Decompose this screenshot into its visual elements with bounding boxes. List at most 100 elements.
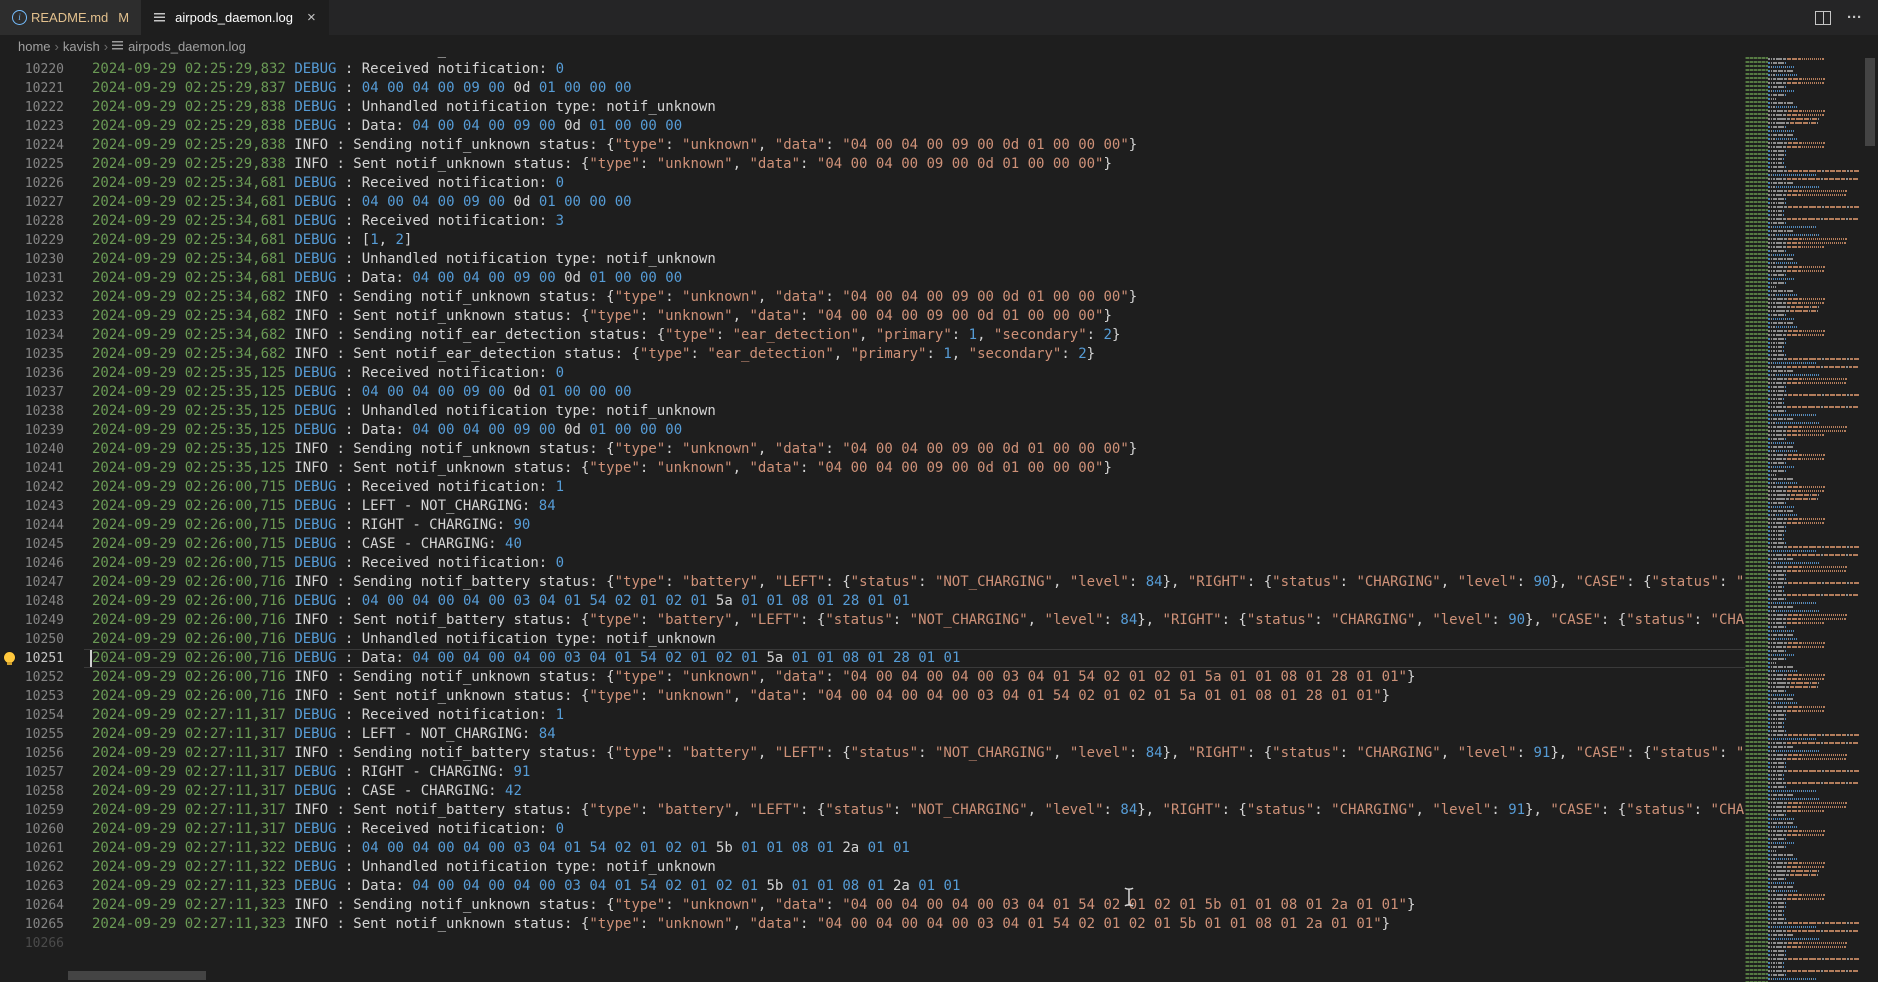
log-line-row[interactable]: 102442024-09-29 02:26:00,715 DEBUG : RIG… <box>0 516 1745 535</box>
log-line-text[interactable]: 2024-09-29 02:26:00,716 INFO : Sent noti… <box>64 611 1745 630</box>
log-line-text[interactable]: 2024-09-29 02:27:11,317 DEBUG : CASE - C… <box>64 782 522 801</box>
log-line-text[interactable]: 2024-09-29 02:27:11,322 DEBUG : Unhandle… <box>64 858 716 877</box>
log-line-row[interactable]: 102522024-09-29 02:26:00,716 INFO : Send… <box>0 668 1745 687</box>
log-line-text[interactable]: 2024-09-29 02:27:11,317 DEBUG : Received… <box>64 706 564 725</box>
log-line-row[interactable]: 102402024-09-29 02:25:35,125 INFO : Send… <box>0 440 1745 459</box>
log-line-text[interactable]: 2024-09-29 02:26:00,716 INFO : Sent noti… <box>64 687 1390 706</box>
log-line-row[interactable]: 102232024-09-29 02:25:29,838 DEBUG : Dat… <box>0 117 1745 136</box>
log-line-row[interactable]: 102482024-09-29 02:26:00,716 DEBUG : 04 … <box>0 592 1745 611</box>
log-line-text[interactable]: 2024-09-29 02:25:29,838 DEBUG : Unhandle… <box>64 98 716 117</box>
log-line-row[interactable]: 102602024-09-29 02:27:11,317 DEBUG : Rec… <box>0 820 1745 839</box>
log-line-text[interactable]: 2024-09-29 02:25:35,125 DEBUG : Unhandle… <box>64 402 716 421</box>
log-line-row[interactable]: 102572024-09-29 02:27:11,317 DEBUG : RIG… <box>0 763 1745 782</box>
log-line-text[interactable]: 2024-09-29 02:25:29,838 INFO : Sending n… <box>64 136 1137 155</box>
log-line-text[interactable]: 2024-09-29 02:26:00,715 DEBUG : Received… <box>64 554 564 573</box>
log-line-text[interactable]: 2024-09-29 02:25:29,832 DEBUG : Received… <box>64 60 564 79</box>
log-line-row[interactable]: 102212024-09-29 02:25:29,837 DEBUG : 04 … <box>0 79 1745 98</box>
vertical-scrollbar[interactable] <box>1862 57 1878 982</box>
log-line-row[interactable]: 102582024-09-29 02:27:11,317 DEBUG : CAS… <box>0 782 1745 801</box>
log-line-text[interactable]: 2024-09-29 02:25:34,681 DEBUG : [1, 2] <box>64 231 412 250</box>
log-line-text[interactable]: 2024-09-29 02:26:00,716 DEBUG : Data: 04… <box>64 649 960 668</box>
log-line-row[interactable]: 102422024-09-29 02:26:00,715 DEBUG : Rec… <box>0 478 1745 497</box>
log-line-row[interactable]: 102242024-09-29 02:25:29,838 INFO : Send… <box>0 136 1745 155</box>
log-line-row[interactable]: 102472024-09-29 02:26:00,716 INFO : Send… <box>0 573 1745 592</box>
breadcrumb-item-file[interactable]: airpods_daemon.log <box>128 39 246 54</box>
log-line-row[interactable]: 102362024-09-29 02:25:35,125 DEBUG : Rec… <box>0 364 1745 383</box>
log-line-row[interactable]: 102202024-09-29 02:25:29,832 DEBUG : Rec… <box>0 60 1745 79</box>
log-line-row[interactable]: 102492024-09-29 02:26:00,716 INFO : Sent… <box>0 611 1745 630</box>
log-line-text[interactable]: 2024-09-29 02:25:35,125 INFO : Sending n… <box>64 440 1137 459</box>
log-line-text[interactable]: 2024-09-29 02:26:00,716 INFO : Sending n… <box>64 668 1415 687</box>
log-line-row[interactable]: 102302024-09-29 02:25:34,681 DEBUG : Unh… <box>0 250 1745 269</box>
log-line-text[interactable]: 2024-09-29 02:25:34,681 DEBUG : 04 00 04… <box>64 193 632 212</box>
log-line-row[interactable]: 102352024-09-29 02:25:34,682 INFO : Sent… <box>0 345 1745 364</box>
log-line-row[interactable]: 102252024-09-29 02:25:29,838 INFO : Sent… <box>0 155 1745 174</box>
log-line-text[interactable]: 2024-09-29 02:26:00,716 DEBUG : Unhandle… <box>64 630 716 649</box>
log-line-text[interactable]: 2024-09-29 02:25:35,125 INFO : Sent noti… <box>64 459 1112 478</box>
log-line-text[interactable]: 2024-09-29 02:25:34,682 INFO : Sent noti… <box>64 307 1112 326</box>
log-line-row[interactable]: 102432024-09-29 02:26:00,715 DEBUG : LEF… <box>0 497 1745 516</box>
log-line-row[interactable]: 102342024-09-29 02:25:34,682 INFO : Send… <box>0 326 1745 345</box>
code-viewport[interactable]: 102192024-09-29 02:25:29,832 INFO : Sent… <box>0 57 1745 982</box>
log-line-row[interactable]: 102382024-09-29 02:25:35,125 DEBUG : Unh… <box>0 402 1745 421</box>
log-line-row[interactable]: 102372024-09-29 02:25:35,125 DEBUG : 04 … <box>0 383 1745 402</box>
log-line-text[interactable]: 2024-09-29 02:26:00,716 INFO : Sending n… <box>64 573 1745 592</box>
log-line-text[interactable]: 2024-09-29 02:25:34,682 INFO : Sending n… <box>64 326 1120 345</box>
split-editor-icon[interactable] <box>1815 11 1831 25</box>
log-line-row[interactable]: 102282024-09-29 02:25:34,681 DEBUG : Rec… <box>0 212 1745 231</box>
breadcrumb-item-home[interactable]: home <box>18 39 51 54</box>
log-line-row[interactable]: 102632024-09-29 02:27:11,323 DEBUG : Dat… <box>0 877 1745 896</box>
log-line-text[interactable]: 2024-09-29 02:26:00,715 DEBUG : RIGHT - … <box>64 516 530 535</box>
log-line-row[interactable]: 102322024-09-29 02:25:34,682 INFO : Send… <box>0 288 1745 307</box>
tab-airpods-daemon-log[interactable]: airpods_daemon.log <box>142 0 329 35</box>
log-line-row[interactable]: 102552024-09-29 02:27:11,317 DEBUG : LEF… <box>0 725 1745 744</box>
minimap[interactable] <box>1745 57 1862 982</box>
log-line-row[interactable]: 102392024-09-29 02:25:35,125 DEBUG : Dat… <box>0 421 1745 440</box>
log-line-text[interactable]: 2024-09-29 02:27:11,322 DEBUG : 04 00 04… <box>64 839 910 858</box>
log-line-text[interactable]: 2024-09-29 02:25:35,125 DEBUG : Received… <box>64 364 564 383</box>
log-line-row[interactable]: 102312024-09-29 02:25:34,681 DEBUG : Dat… <box>0 269 1745 288</box>
log-line-row[interactable]: 10266 <box>0 934 1745 953</box>
log-line-row[interactable]: 102542024-09-29 02:27:11,317 DEBUG : Rec… <box>0 706 1745 725</box>
more-actions-icon[interactable] <box>1847 13 1862 23</box>
log-line-text[interactable]: 2024-09-29 02:25:34,682 INFO : Sending n… <box>64 288 1137 307</box>
log-line-text[interactable]: 2024-09-29 02:26:00,715 DEBUG : Received… <box>64 478 564 497</box>
log-line-text[interactable]: 2024-09-29 02:27:11,323 INFO : Sending n… <box>64 896 1415 915</box>
tab-readme[interactable]: README.md M <box>0 0 142 35</box>
log-line-text[interactable]: 2024-09-29 02:25:34,681 DEBUG : Unhandle… <box>64 250 716 269</box>
log-line-text[interactable]: 2024-09-29 02:25:29,838 DEBUG : Data: 04… <box>64 117 682 136</box>
log-line-text[interactable]: 2024-09-29 02:25:34,681 DEBUG : Data: 04… <box>64 269 682 288</box>
log-line-row[interactable]: 102592024-09-29 02:27:11,317 INFO : Sent… <box>0 801 1745 820</box>
log-line-text[interactable]: 2024-09-29 02:27:11,323 DEBUG : Data: 04… <box>64 877 960 896</box>
log-line-text[interactable]: 2024-09-29 02:26:00,715 DEBUG : CASE - C… <box>64 535 522 554</box>
lightbulb-icon[interactable] <box>4 652 15 663</box>
log-line-text[interactable]: 2024-09-29 02:25:29,838 INFO : Sent noti… <box>64 155 1112 174</box>
log-line-text[interactable]: 2024-09-29 02:25:34,681 DEBUG : Received… <box>64 174 564 193</box>
log-line-text[interactable]: 2024-09-29 02:27:11,317 DEBUG : Received… <box>64 820 564 839</box>
log-line-text[interactable]: 2024-09-29 02:26:00,715 DEBUG : LEFT - N… <box>64 497 556 516</box>
log-line-text[interactable]: 2024-09-29 02:25:34,681 DEBUG : Received… <box>64 212 564 231</box>
log-line-text[interactable]: 2024-09-29 02:25:29,837 DEBUG : 04 00 04… <box>64 79 632 98</box>
log-line-row[interactable]: 102452024-09-29 02:26:00,715 DEBUG : CAS… <box>0 535 1745 554</box>
horizontal-scrollbar-thumb[interactable] <box>68 971 206 980</box>
log-line-text[interactable]: 2024-09-29 02:27:11,317 DEBUG : LEFT - N… <box>64 725 556 744</box>
breadcrumb-item-kavish[interactable]: kavish <box>63 39 100 54</box>
log-line-row[interactable]: 102652024-09-29 02:27:11,323 INFO : Sent… <box>0 915 1745 934</box>
log-line-text[interactable]: 2024-09-29 02:27:11,317 INFO : Sent noti… <box>64 801 1745 820</box>
log-line-row[interactable]: 102532024-09-29 02:26:00,716 INFO : Sent… <box>0 687 1745 706</box>
log-line-text[interactable]: 2024-09-29 02:25:35,125 DEBUG : 04 00 04… <box>64 383 632 402</box>
log-line-row[interactable]: 102412024-09-29 02:25:35,125 INFO : Sent… <box>0 459 1745 478</box>
log-line-row[interactable]: 102502024-09-29 02:26:00,716 DEBUG : Unh… <box>0 630 1745 649</box>
log-line-text[interactable]: 2024-09-29 02:27:11,323 INFO : Sent noti… <box>64 915 1390 934</box>
log-line-text[interactable]: 2024-09-29 02:27:11,317 DEBUG : RIGHT - … <box>64 763 530 782</box>
log-line-text[interactable]: 2024-09-29 02:26:00,716 DEBUG : 04 00 04… <box>64 592 910 611</box>
vertical-scrollbar-thumb[interactable] <box>1865 58 1875 146</box>
log-line-row[interactable]: 102262024-09-29 02:25:34,681 DEBUG : Rec… <box>0 174 1745 193</box>
log-line-row[interactable]: 102332024-09-29 02:25:34,682 INFO : Sent… <box>0 307 1745 326</box>
log-line-row[interactable]: 102272024-09-29 02:25:34,681 DEBUG : 04 … <box>0 193 1745 212</box>
log-line-row[interactable]: 102462024-09-29 02:26:00,715 DEBUG : Rec… <box>0 554 1745 573</box>
log-line-text[interactable]: 2024-09-29 02:27:11,317 INFO : Sending n… <box>64 744 1745 763</box>
log-line-row[interactable]: 102292024-09-29 02:25:34,681 DEBUG : [1,… <box>0 231 1745 250</box>
log-line-row[interactable]: 102612024-09-29 02:27:11,322 DEBUG : 04 … <box>0 839 1745 858</box>
log-line-row[interactable]: 102222024-09-29 02:25:29,838 DEBUG : Unh… <box>0 98 1745 117</box>
